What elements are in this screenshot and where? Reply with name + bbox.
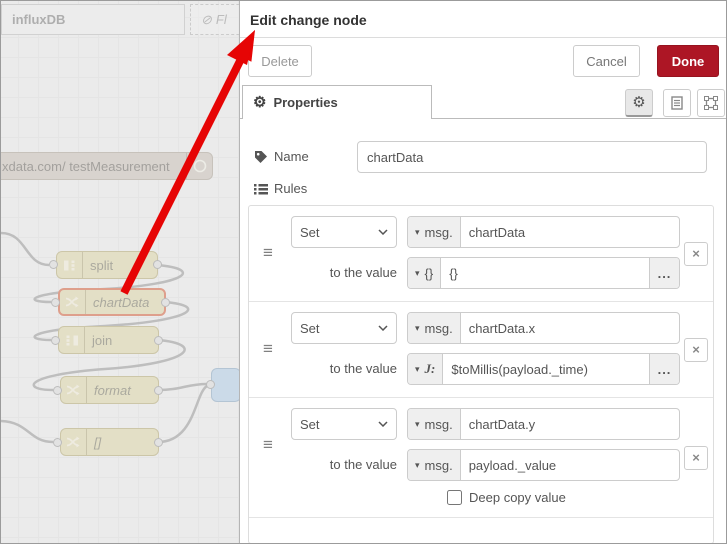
rule-row-1: ≡ Set ▾ msg. chartData to the value ▾ {} {… (249, 206, 713, 301)
rule-action-value: Set (300, 224, 320, 240)
rule-row-3: ≡ Set ▾ msg. chartData.y to the value ▾ ms… (249, 397, 713, 517)
value-text[interactable]: {} (441, 258, 649, 288)
rule-row-2: ≡ Set ▾ msg. chartData.x to the value ▾ J:… (249, 301, 713, 397)
rules-label-text: Rules (274, 181, 308, 196)
rule-action-value: Set (300, 320, 320, 336)
node-description-button[interactable] (663, 89, 691, 117)
gear-icon: ⚙ (632, 94, 646, 111)
remove-rule-button[interactable]: × (684, 445, 708, 470)
divider (240, 37, 726, 38)
drag-handle-icon[interactable]: ≡ (263, 340, 273, 357)
rule-property-input[interactable]: ▾ msg. chartData.x (407, 312, 680, 344)
drag-handle-icon[interactable]: ≡ (263, 244, 273, 261)
panel-title: Edit change node (250, 12, 367, 28)
tag-icon (255, 150, 267, 163)
caret-down-icon: ▾ (415, 363, 420, 374)
caret-down-icon: ▾ (415, 322, 420, 333)
deep-copy-option: Deep copy value (407, 490, 680, 505)
gear-icon: ⚙ (253, 94, 267, 111)
deep-copy-label: Deep copy value (469, 490, 566, 505)
name-label-text: Name (274, 149, 309, 164)
delete-button[interactable]: Delete (248, 45, 312, 77)
expand-value-button[interactable]: ... (649, 354, 679, 384)
value-text[interactable]: $toMillis(payload._time) (443, 354, 649, 384)
type-label: {} (424, 265, 434, 281)
type-label: msg. (424, 320, 453, 336)
chevron-down-icon (378, 325, 388, 331)
chevron-down-icon (378, 229, 388, 235)
name-field-label: Name (254, 149, 309, 164)
tab-properties[interactable]: ⚙ Properties (242, 85, 432, 119)
document-icon (671, 96, 683, 110)
rule-value-input[interactable]: ▾ {} {} ... (407, 257, 680, 289)
rule-value-input[interactable]: ▾ msg. payload._value (407, 449, 680, 481)
rule-action-select[interactable]: Set (291, 312, 397, 344)
type-label: msg. (424, 416, 453, 432)
value-text[interactable]: payload._value (461, 450, 679, 480)
typed-input-type-button[interactable]: ▾ msg. (408, 409, 461, 439)
edit-change-node-panel: Edit change node Delete Cancel Done ⚙ Pr… (239, 1, 726, 543)
to-value-label: to the value (329, 457, 397, 472)
caret-down-icon: ▾ (415, 226, 420, 237)
rules-list: ≡ Set ▾ msg. chartData to the value ▾ {} {… (248, 205, 714, 543)
flow-canvas[interactable]: influxDB ⊘ Fl xdata.com/ testMeasurement (1, 1, 239, 543)
drag-handle-icon[interactable]: ≡ (263, 436, 273, 453)
rule-action-select[interactable]: Set (291, 408, 397, 440)
empty-rule-area (249, 517, 713, 543)
deep-copy-checkbox[interactable] (447, 490, 462, 505)
cancel-button[interactable]: Cancel (573, 45, 640, 77)
remove-rule-button[interactable]: × (684, 241, 708, 266)
rules-section-label: Rules (254, 181, 307, 196)
done-button[interactable]: Done (657, 45, 719, 77)
expand-icon (704, 96, 718, 110)
rule-action-value: Set (300, 416, 320, 432)
rule-value-input[interactable]: ▾ J: $toMillis(payload._time) ... (407, 353, 680, 385)
property-value[interactable]: chartData (461, 217, 679, 247)
typed-input-type-button[interactable]: ▾ {} (408, 258, 442, 288)
jsonata-type-label: J: (424, 361, 436, 376)
rule-property-input[interactable]: ▾ msg. chartData.y (407, 408, 680, 440)
rule-property-input[interactable]: ▾ msg. chartData (407, 216, 680, 248)
rule-action-select[interactable]: Set (291, 216, 397, 248)
screenshot-root: influxDB ⊘ Fl xdata.com/ testMeasurement (0, 0, 727, 544)
property-value[interactable]: chartData.x (461, 313, 679, 343)
typed-input-type-button[interactable]: ▾ msg. (408, 217, 461, 247)
to-value-label: to the value (329, 265, 397, 280)
type-label: msg. (424, 457, 453, 473)
canvas-dim-overlay (1, 1, 239, 543)
expand-editor-button[interactable] (697, 89, 725, 117)
typed-input-type-button[interactable]: ▾ msg. (408, 450, 461, 480)
caret-down-icon: ▾ (415, 267, 420, 278)
caret-down-icon: ▾ (415, 459, 420, 470)
node-properties-button[interactable]: ⚙ (625, 89, 653, 117)
property-value[interactable]: chartData.y (461, 409, 679, 439)
list-icon (254, 183, 268, 194)
typed-input-type-button[interactable]: ▾ msg. (408, 313, 461, 343)
remove-rule-button[interactable]: × (684, 337, 708, 362)
type-label: msg. (424, 224, 453, 240)
expand-value-button[interactable]: ... (649, 258, 679, 288)
typed-input-type-button[interactable]: ▾ J: (408, 354, 444, 384)
to-value-label: to the value (329, 361, 397, 376)
tab-properties-label: Properties (273, 95, 338, 110)
name-input[interactable] (357, 141, 707, 173)
chevron-down-icon (378, 421, 388, 427)
caret-down-icon: ▾ (415, 418, 420, 429)
